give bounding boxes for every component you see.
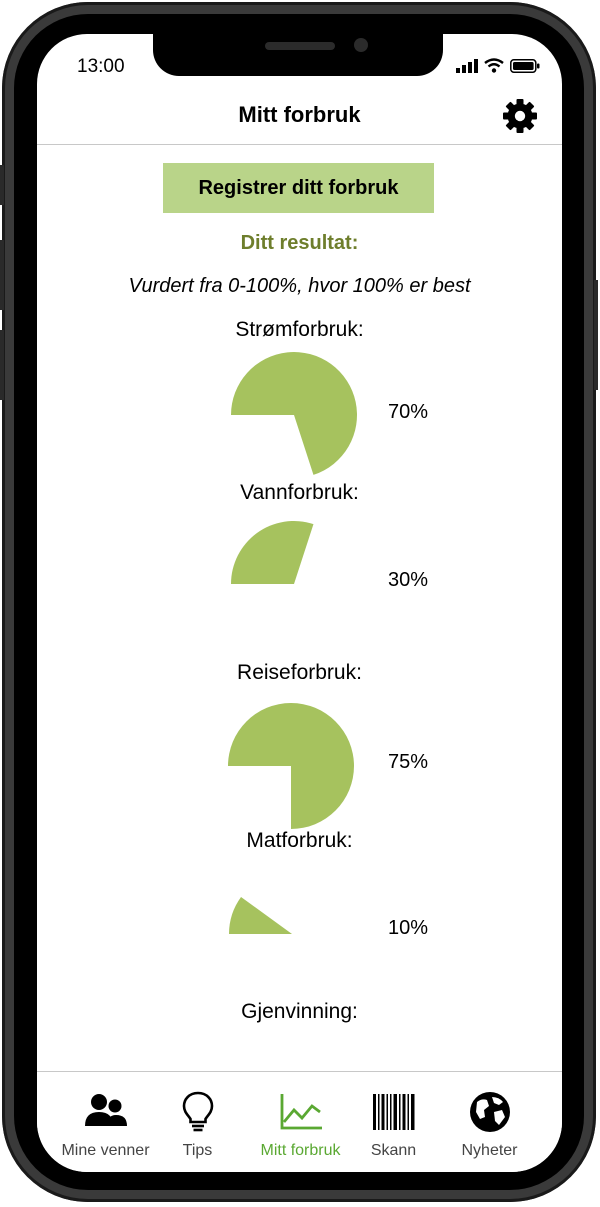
page-title: Mitt forbruk <box>238 102 361 127</box>
electricity-pie-chart <box>231 352 357 475</box>
status-time: 13:00 <box>77 56 125 77</box>
travel-pie-chart <box>228 703 354 829</box>
speaker <box>265 42 335 50</box>
electricity-percent: 70% <box>388 401 429 423</box>
volume-down-button <box>0 330 4 400</box>
battery-icon <box>510 58 540 73</box>
signal-icon <box>456 58 478 73</box>
food-label: Matforbruk: <box>246 829 353 852</box>
register-consumption-button[interactable]: Registrer ditt forbruk <box>163 163 434 213</box>
tab-skann[interactable]: Skann <box>341 1072 446 1172</box>
power-button <box>594 280 598 390</box>
pie-slice <box>228 703 354 829</box>
tab-label: Nyheter <box>461 1142 518 1159</box>
water-pie-chart <box>231 521 314 584</box>
barcode-icon <box>372 1094 414 1130</box>
lightbulb-icon <box>182 1091 213 1132</box>
settings-button[interactable] <box>500 96 540 136</box>
pie-slice <box>231 521 314 584</box>
friends-icon <box>84 1094 127 1126</box>
water-percent: 30% <box>388 569 429 591</box>
status-icons <box>456 58 540 73</box>
tab-mine-venner[interactable]: Mine venner <box>53 1072 158 1172</box>
front-camera <box>354 38 368 52</box>
mute-switch <box>0 165 4 205</box>
tab-label: Tips <box>182 1142 213 1159</box>
screen: 13:00 Mitt forbruk Registrer ditt forbru… <box>37 34 562 1172</box>
tab-label: Mine venner <box>61 1142 150 1159</box>
volume-up-button <box>0 240 4 310</box>
notch <box>153 34 443 76</box>
tab-nyheter[interactable]: Nyheter <box>437 1072 542 1172</box>
food-pie-chart <box>229 896 292 934</box>
gear-icon <box>503 99 537 133</box>
water-label: Vannforbruk: <box>240 481 359 504</box>
travel-label: Reiseforbruk: <box>237 661 362 684</box>
pie-slice <box>231 352 357 475</box>
food-percent: 10% <box>388 917 429 939</box>
tab-tips[interactable]: Tips <box>145 1072 250 1172</box>
recycling-label: Gjenvinning: <box>241 1000 358 1023</box>
app-header: Mitt forbruk <box>37 90 562 145</box>
tab-label: Skann <box>370 1142 417 1159</box>
scale-note: Vurdert fra 0-100%, hvor 100% er best <box>128 275 471 297</box>
pie-slice <box>229 896 292 934</box>
wifi-icon <box>484 58 504 73</box>
electricity-label: Strømforbruk: <box>235 318 364 341</box>
result-title: Ditt resultat: <box>240 232 359 254</box>
globe-icon <box>469 1092 510 1132</box>
tab-bar: Mine venner Tips Mitt forbruk Skann Nyhe… <box>37 1071 562 1172</box>
tab-label: Mitt forbruk <box>260 1142 341 1159</box>
tab-mitt-forbruk[interactable]: Mitt forbruk <box>248 1072 353 1172</box>
chart-icon <box>280 1094 322 1130</box>
travel-percent: 75% <box>388 751 429 773</box>
